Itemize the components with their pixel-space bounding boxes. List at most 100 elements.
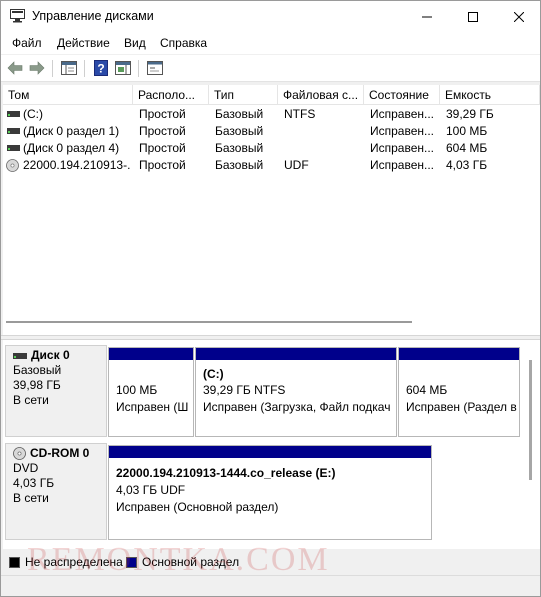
menu-bar: Файл Действие Вид Справка (1, 32, 540, 54)
volume-status: Исправен... (370, 107, 435, 121)
partition-cd-rom-e[interactable]: 22000.194.210913-1444.co_release (E:) 4,… (108, 445, 432, 540)
console-tree-icon (61, 61, 77, 75)
disk-0-label[interactable]: Диск 0 Базовый 39,98 ГБ В сети (5, 345, 107, 437)
help-button[interactable]: ? (91, 58, 111, 78)
volume-icon (7, 111, 20, 117)
title-bar: Управление дисками (1, 1, 540, 32)
partition-disk0-1[interactable]: 100 МБ Исправен (Ш (108, 347, 194, 437)
cd-rom-0-name: CD-ROM 0 (30, 446, 90, 460)
primary-partition-bar (196, 348, 396, 361)
svg-text:?: ? (97, 62, 104, 76)
volume-filesystem: UDF (284, 158, 309, 172)
partition-size: 39,29 ГБ NTFS (203, 383, 286, 397)
volume-layout: Простой (139, 107, 186, 121)
partition-status: Исправен (Основной раздел) (116, 500, 279, 514)
help-icon: ? (94, 60, 108, 76)
vertical-scrollbar[interactable] (528, 350, 535, 500)
window-title: Управление дисками (32, 9, 154, 23)
volume-capacity: 604 МБ (446, 141, 488, 155)
cd-rom-0-label[interactable]: CD-ROM 0 DVD 4,03 ГБ В сети (5, 443, 107, 540)
volume-row[interactable]: 22000.194.210913-... Простой Базовый UDF… (3, 157, 540, 174)
partition-disk0-4[interactable]: 604 МБ Исправен (Раздел в (398, 347, 520, 437)
column-header-filesystem[interactable]: Файловая с... (278, 85, 364, 105)
column-header-type[interactable]: Тип (209, 85, 278, 105)
volume-type: Базовый (215, 107, 264, 121)
forward-arrow-icon (29, 61, 45, 75)
volume-capacity: 4,03 ГБ (446, 158, 488, 172)
vertical-scrollbar-thumb[interactable] (529, 360, 532, 480)
partition-disk0-c[interactable]: (C:) 39,29 ГБ NTFS Исправен (Загрузка, Ф… (195, 347, 397, 437)
action-pane-button[interactable] (113, 58, 133, 78)
volume-layout: Простой (139, 158, 186, 172)
partition-status: Исправен (Загрузка, Файл подкач (203, 400, 391, 414)
volume-status: Исправен... (370, 141, 435, 155)
properties-button[interactable] (145, 58, 165, 78)
back-button[interactable] (5, 58, 25, 78)
disk-0-state: В сети (13, 393, 49, 407)
volume-list-header: Том Располо... Тип Файловая с... Состоян… (3, 85, 540, 105)
minimize-button[interactable] (404, 1, 450, 32)
properties-icon (147, 61, 163, 75)
volume-layout: Простой (139, 124, 186, 138)
volume-capacity: 100 МБ (446, 124, 488, 138)
maximize-button[interactable] (450, 1, 496, 32)
action-pane-icon (115, 61, 131, 75)
column-header-capacity[interactable]: Емкость (440, 85, 540, 105)
volume-list: Том Располо... Тип Файловая с... Состоян… (3, 85, 540, 335)
partition-title: (C:) (203, 367, 224, 381)
disk-0-kind: Базовый (13, 363, 62, 377)
cd-rom-0-state: В сети (13, 491, 49, 505)
toolbar-separator (84, 60, 85, 77)
volume-row[interactable]: (Диск 0 раздел 1) Простой Базовый Исправ… (3, 123, 540, 140)
volume-status: Исправен... (370, 158, 435, 172)
partition-size: 4,03 ГБ UDF (116, 483, 186, 497)
volume-name: 22000.194.210913-... (23, 158, 131, 172)
volume-name: (Диск 0 раздел 1) (23, 124, 120, 138)
volume-filesystem (284, 140, 362, 157)
cd-icon (6, 159, 19, 172)
forward-button[interactable] (27, 58, 47, 78)
primary-partition-bar (109, 446, 431, 459)
menu-action[interactable]: Действие (57, 36, 110, 50)
volume-filesystem (284, 123, 362, 140)
close-button[interactable] (496, 1, 540, 32)
partition-size: 604 МБ (406, 383, 448, 397)
menu-help[interactable]: Справка (160, 36, 207, 50)
column-header-volume[interactable]: Том (3, 85, 133, 105)
volume-layout: Простой (139, 141, 186, 155)
horizontal-scrollbar[interactable] (6, 321, 412, 323)
partition-title: 22000.194.210913-1444.co_release (E:) (116, 466, 336, 480)
unallocated-swatch (9, 557, 20, 568)
disk-graphical-pane: Диск 0 Базовый 39,98 ГБ В сети 100 МБ Ис… (3, 340, 540, 549)
cd-rom-0-size: 4,03 ГБ (13, 476, 55, 490)
primary-partition-bar (399, 348, 519, 361)
minimize-icon (422, 16, 432, 17)
partition-status: Исправен (Ш (116, 400, 189, 414)
toolbar: ? (1, 55, 540, 82)
disk-0-title: Диск 0 (13, 348, 106, 363)
volume-type: Базовый (215, 141, 264, 155)
disk-0-name: Диск 0 (31, 348, 70, 362)
column-header-layout[interactable]: Располо... (133, 85, 209, 105)
volume-name: (C:) (23, 107, 43, 121)
cd-rom-icon (13, 447, 26, 460)
partition-size: 100 МБ (116, 383, 158, 397)
volume-status: Исправен... (370, 124, 435, 138)
primary-partition-bar (109, 348, 193, 361)
column-header-status[interactable]: Состояние (364, 85, 440, 105)
partition-status: Исправен (Раздел в (406, 400, 517, 414)
close-icon (514, 11, 524, 22)
primary-partition-swatch (126, 557, 137, 568)
console-tree-button[interactable] (59, 58, 79, 78)
volume-type: Базовый (215, 158, 264, 172)
menu-file[interactable]: Файл (12, 36, 42, 50)
legend-label-unallocated: Не распределена (25, 555, 123, 569)
toolbar-separator (52, 60, 53, 77)
legend: Не распределена Основной раздел (1, 549, 540, 575)
volume-name: (Диск 0 раздел 4) (23, 141, 120, 155)
volume-icon (7, 128, 20, 134)
volume-row[interactable]: (Диск 0 раздел 4) Простой Базовый Исправ… (3, 140, 540, 157)
menu-view[interactable]: Вид (124, 36, 146, 50)
toolbar-separator (138, 60, 139, 77)
volume-row[interactable]: (C:) Простой Базовый NTFS Исправен... 39… (3, 106, 540, 123)
